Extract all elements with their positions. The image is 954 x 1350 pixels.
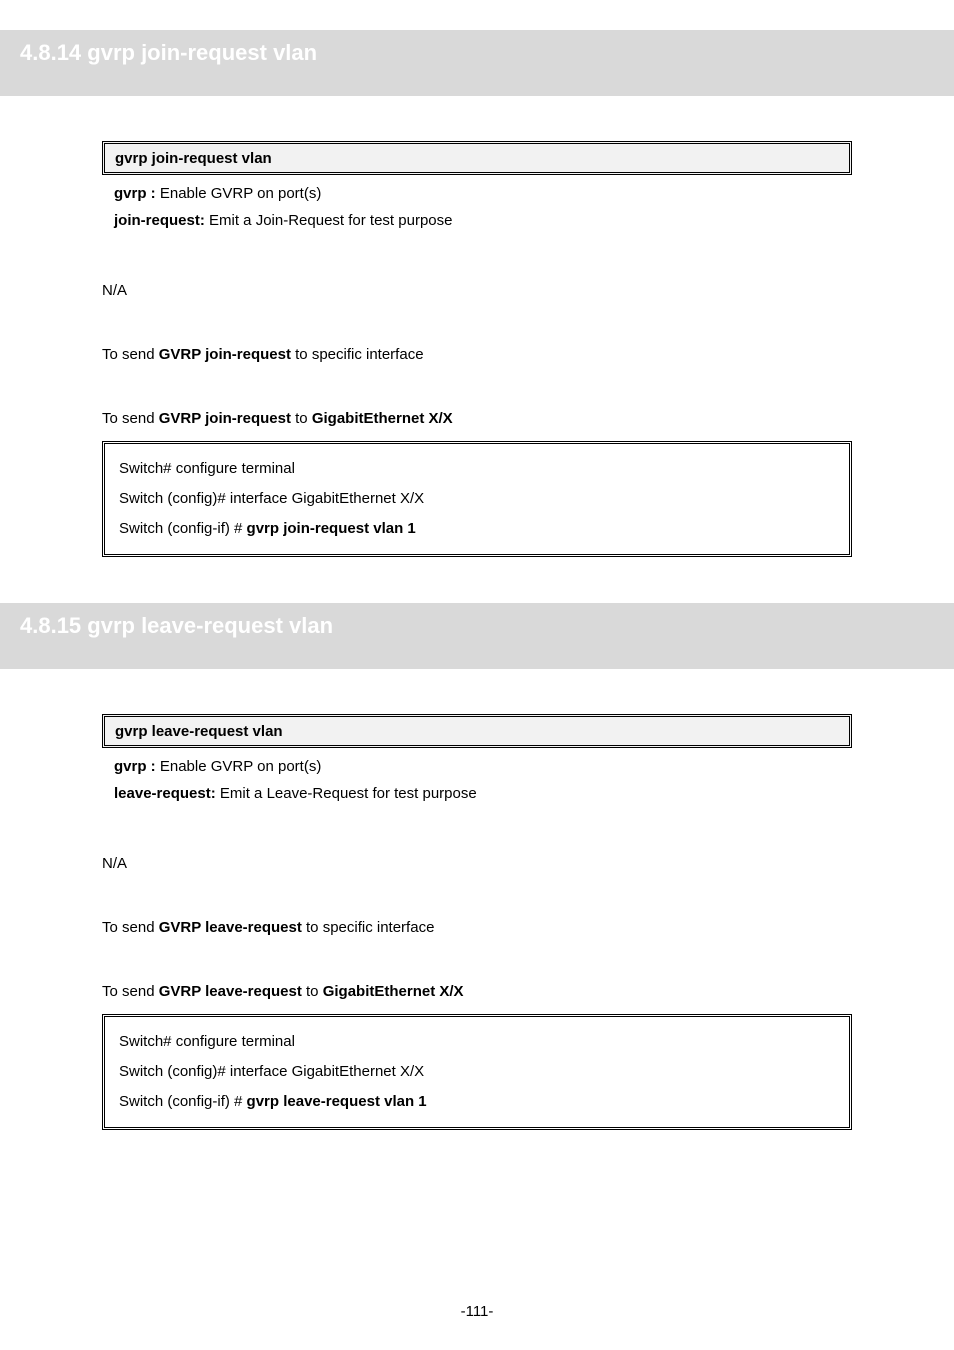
syntax-heading: Syntax [102,691,852,708]
code-line: Switch (config-if) # gvrp leave-request … [119,1087,835,1117]
param-gvrp-label: gvrp : [114,758,156,775]
section-title-bar: 4.8.14 gvrp join-request vlan [0,30,954,96]
example-frag: to [302,983,323,1000]
section-title: 4.8.14 gvrp join-request vlan [20,40,317,65]
example-frag: To send [102,983,159,1000]
default-text: N/A [102,282,852,299]
code-box: Switch# configure terminal Switch (confi… [102,441,852,557]
code-frag: Switch (config-if) # [119,520,247,537]
code-box: Switch# configure terminal Switch (confi… [102,1014,852,1130]
param-join-desc: Emit a Join-Request for test purpose [209,212,452,229]
default-heading: Default [102,830,852,847]
example-frag-bold: GVRP join-request [159,410,291,427]
syntax-heading: Syntax [102,118,852,135]
example-text: To send GVRP join-request to GigabitEthe… [102,410,852,427]
syntax-text: gvrp leave-request vlan [115,723,283,740]
code-line: Switch (config)# interface GigabitEthern… [119,484,835,514]
example-frag-bold: GigabitEthernet X/X [312,410,453,427]
param-leave-desc: Emit a Leave-Request for test purpose [220,785,477,802]
usage-frag: to specific interface [302,919,435,936]
example-heading: Example: [102,385,852,402]
param-gvrp-desc: Enable GVRP on port(s) [160,185,321,202]
example-frag-bold: GigabitEthernet X/X [323,983,464,1000]
param-leave-label: leave-request: [114,785,216,802]
usage-frag-bold: GVRP join-request [159,346,291,363]
usage-frag: To send [102,919,159,936]
usage-frag: To send [102,346,159,363]
code-frag-bold: gvrp join-request vlan 1 [247,520,416,537]
usage-heading: Usage Guide: [102,321,852,338]
example-frag: to [291,410,312,427]
code-frag-bold: gvrp leave-request vlan 1 [247,1093,427,1110]
syntax-box: gvrp leave-request vlan [102,714,852,748]
param-gvrp-desc: Enable GVRP on port(s) [160,758,321,775]
example-text: To send GVRP leave-request to GigabitEth… [102,983,852,1000]
default-heading: Default [102,257,852,274]
section-title: 4.8.15 gvrp leave-request vlan [20,613,333,638]
page-number: -111- [0,1303,954,1320]
param-join-label: join-request: [114,212,205,229]
param-row: join-request: Emit a Join-Request for te… [114,212,852,229]
param-row: gvrp : Enable GVRP on port(s) [114,185,852,202]
example-frag-bold: GVRP leave-request [159,983,302,1000]
example-heading: Example: [102,958,852,975]
usage-text: To send GVRP leave-request to specific i… [102,919,852,936]
syntax-text: gvrp join-request vlan [115,150,272,167]
default-text: N/A [102,855,852,872]
code-line: Switch# configure terminal [119,1027,835,1057]
param-gvrp-label: gvrp : [114,185,156,202]
section-title-bar: 4.8.15 gvrp leave-request vlan [0,603,954,669]
usage-heading: Usage Guide: [102,894,852,911]
usage-text: To send GVRP join-request to specific in… [102,346,852,363]
syntax-box: gvrp join-request vlan [102,141,852,175]
param-row: gvrp : Enable GVRP on port(s) [114,758,852,775]
param-row: leave-request: Emit a Leave-Request for … [114,785,852,802]
example-frag: To send [102,410,159,427]
code-frag: Switch (config-if) # [119,1093,247,1110]
code-line: Switch# configure terminal [119,454,835,484]
usage-frag: to specific interface [291,346,424,363]
usage-frag-bold: GVRP leave-request [159,919,302,936]
code-line: Switch (config-if) # gvrp join-request v… [119,514,835,544]
code-line: Switch (config)# interface GigabitEthern… [119,1057,835,1087]
